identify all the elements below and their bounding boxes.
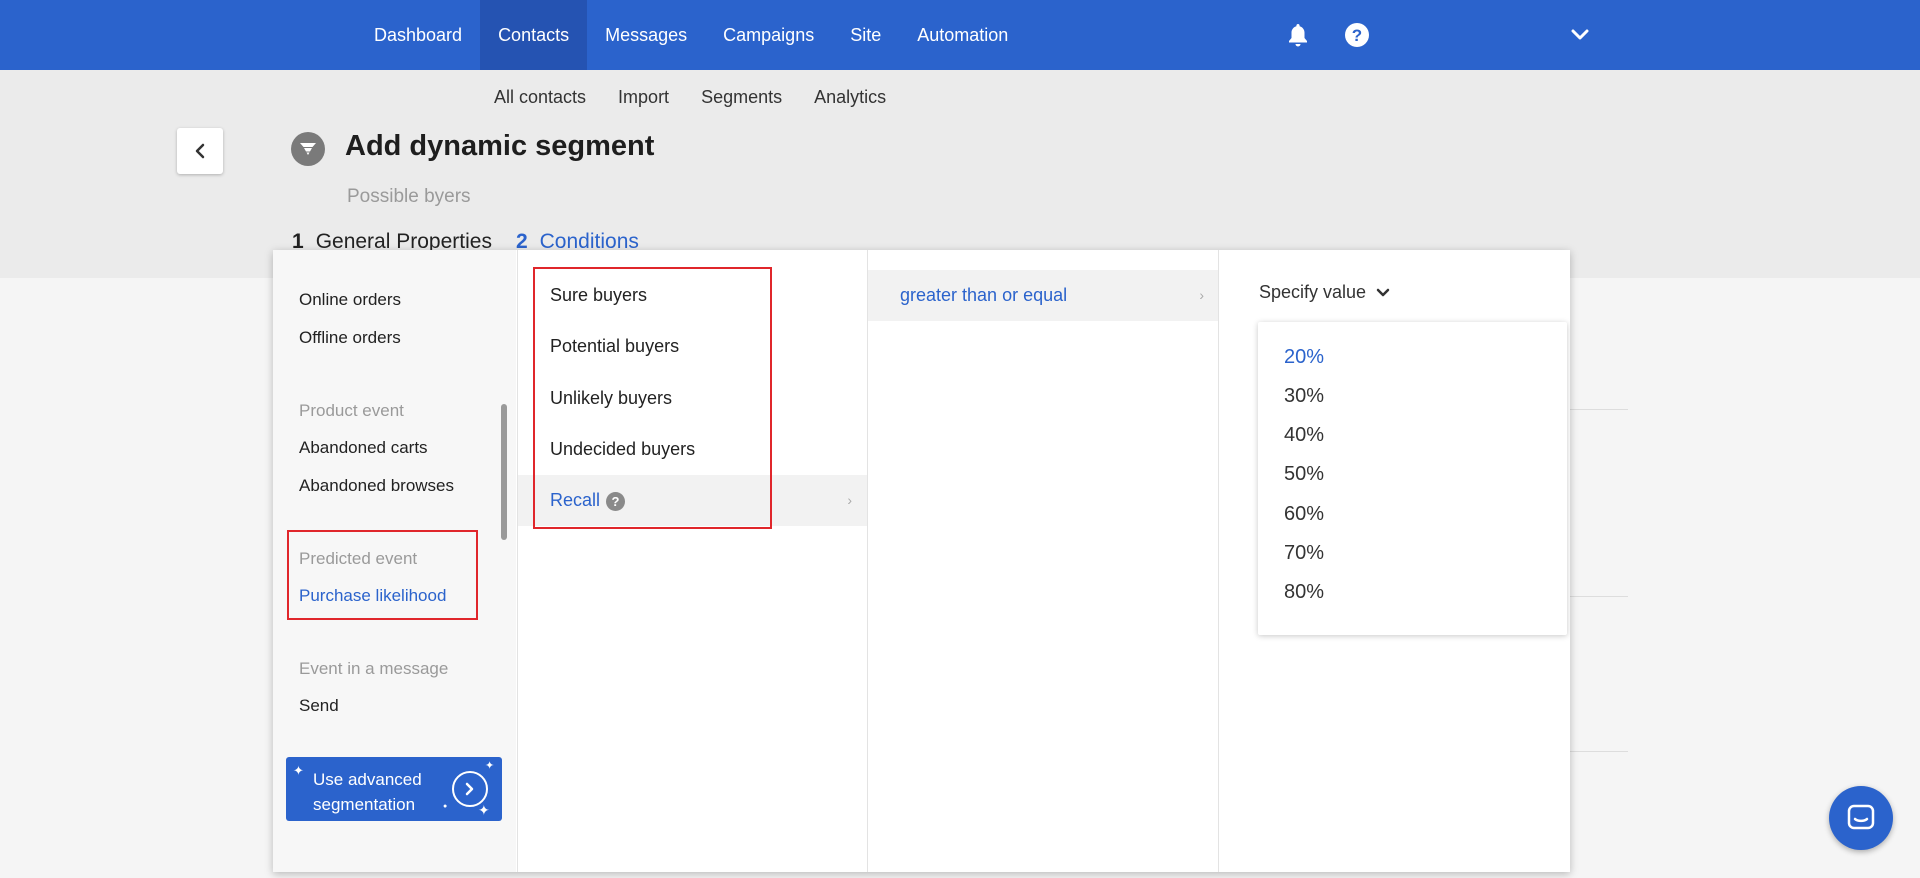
specify-value-dropdown[interactable]: Specify value [1259,282,1390,303]
advanced-segmentation-button[interactable]: ✦ ✦ ✦ ● Use advanced segmentation [286,757,502,821]
svg-text:?: ? [1352,26,1362,45]
subnav-segments[interactable]: Segments [685,70,798,124]
value-option-50[interactable]: 50% [1284,463,1324,486]
segment-name: Possible byers [347,186,471,207]
menu-item-send[interactable]: Send [299,696,339,716]
value-option-40[interactable]: 40% [1284,424,1324,447]
menu-item-purchase-likelihood[interactable]: Purchase likelihood [299,586,446,606]
chat-icon [1847,804,1875,830]
chevron-left-icon [195,143,205,159]
help-icon[interactable]: ? [1342,20,1372,50]
sparkle-icon: ✦ [485,760,495,772]
likelihood-type-column: Sure buyers Potential buyers Unlikely bu… [517,250,868,872]
condition-picker-panel: Online orders Offline orders Product eve… [273,250,1570,872]
sparkle-icon: ✦ [293,763,304,778]
value-option-70[interactable]: 70% [1284,542,1324,565]
menu-item-offline-orders[interactable]: Offline orders [299,328,401,348]
bell-icon[interactable] [1283,20,1313,50]
chevron-down-icon [1376,288,1390,296]
option-unlikely-buyers[interactable]: Unlikely buyers [518,373,868,424]
page-header: All contacts Import Segments Analytics A… [0,70,1920,278]
group-heading-predicted-event: Predicted event [299,549,418,568]
sparkle-icon: ✦ [478,802,490,818]
chevron-right-icon [452,771,488,807]
divider [1570,596,1628,597]
value-option-80[interactable]: 80% [1284,581,1324,604]
main-nav: Dashboard Contacts Messages Campaigns Si… [356,0,1026,70]
nav-contacts[interactable]: Contacts [480,0,588,70]
advanced-segmentation-label: Use advanced segmentation [313,770,422,814]
chevron-right-icon: › [1199,287,1204,303]
option-potential-buyers[interactable]: Potential buyers [518,321,868,372]
menu-item-abandoned-browses[interactable]: Abandoned browses [299,476,454,496]
value-column: Specify value 20% 30% 40% 50% 60% 70% 80… [1218,250,1570,872]
segment-filter-icon [291,132,325,166]
back-button[interactable] [177,128,223,174]
subnav-all-contacts[interactable]: All contacts [478,70,602,124]
contacts-subnav: All contacts Import Segments Analytics [478,70,902,124]
nav-site[interactable]: Site [832,0,899,70]
event-category-column: Online orders Offline orders Product eve… [273,250,516,872]
group-heading-product-event: Product event [299,401,404,420]
menu-item-abandoned-carts[interactable]: Abandoned carts [299,438,428,458]
top-navigation-bar: Dashboard Contacts Messages Campaigns Si… [0,0,1920,70]
chevron-right-icon: › [847,492,852,508]
divider [1570,751,1628,752]
help-icon[interactable]: ? [606,491,626,511]
group-heading-event-in-message: Event in a message [299,659,449,678]
scrollbar[interactable] [501,404,507,540]
operator-column: greater than or equal › [867,250,1218,872]
divider [1570,409,1628,410]
operator-greater-than-or-equal[interactable]: greater than or equal › [868,270,1218,321]
option-recall[interactable]: Recall? › [518,475,868,526]
sparkle-icon: ● [443,803,448,810]
subnav-import[interactable]: Import [602,70,685,124]
nav-automation[interactable]: Automation [899,0,1026,70]
nav-dashboard[interactable]: Dashboard [356,0,480,70]
subnav-analytics[interactable]: Analytics [798,70,902,124]
value-option-20[interactable]: 20% [1284,346,1324,369]
value-option-30[interactable]: 30% [1284,385,1324,408]
account-chevron-down-icon[interactable] [1565,20,1595,50]
value-option-60[interactable]: 60% [1284,503,1324,526]
chat-button[interactable] [1829,786,1893,850]
nav-campaigns[interactable]: Campaigns [705,0,832,70]
option-undecided-buyers[interactable]: Undecided buyers [518,424,868,475]
page-title: Add dynamic segment [345,130,655,162]
menu-item-online-orders[interactable]: Online orders [299,290,401,310]
nav-messages[interactable]: Messages [587,0,705,70]
value-options-list: 20% 30% 40% 50% 60% 70% 80% [1258,322,1567,635]
option-sure-buyers[interactable]: Sure buyers [518,270,868,321]
